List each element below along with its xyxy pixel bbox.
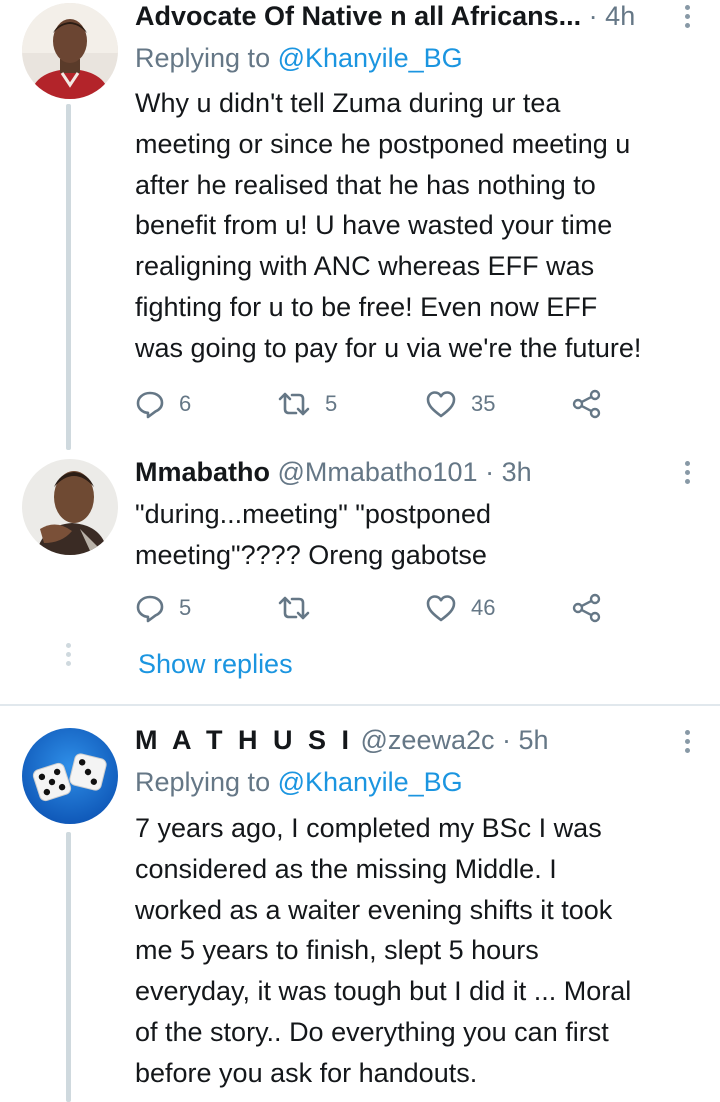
timestamp[interactable]: 4h [605, 1, 635, 31]
share-button[interactable] [571, 590, 603, 626]
retweet-button[interactable] [277, 590, 325, 626]
share-icon [572, 593, 601, 623]
heart-icon [426, 391, 456, 418]
avatar[interactable] [22, 459, 118, 555]
replying-to: Replying to @Khanyile_BG [135, 40, 463, 76]
tweet-text: "during...meeting" "postponed meeting"??… [135, 499, 491, 570]
tweet-header: Advocate Of Native n all Africans... · 4… [135, 0, 660, 34]
replying-to-label: Replying to [135, 43, 271, 73]
action-bar: 5 46 [135, 590, 615, 626]
timestamp[interactable]: 3h [502, 457, 532, 487]
author-handle[interactable]: @zeewa2c [361, 725, 495, 755]
avatar[interactable] [22, 3, 118, 99]
thread-line [66, 832, 71, 1102]
tweet-2[interactable]: Mmabatho @Mmabatho101 · 3h "during...mee… [0, 450, 720, 700]
reply-icon [136, 391, 164, 419]
reply-button[interactable]: 6 [135, 386, 191, 422]
more-vertical-icon[interactable] [682, 5, 692, 35]
author-name[interactable]: M A T H U S I [135, 725, 353, 755]
share-button[interactable] [571, 386, 603, 422]
share-icon [572, 389, 601, 419]
author-name[interactable]: Mmabatho [135, 457, 270, 487]
reply-icon [136, 595, 164, 623]
action-bar: 6 5 35 [135, 386, 615, 422]
tweet-header: Mmabatho @Mmabatho101 · 3h [135, 454, 660, 490]
tweet-header: M A T H U S I @zeewa2c · 5h [135, 722, 660, 758]
reply-button[interactable]: 5 [135, 590, 191, 626]
mention-link[interactable]: @Khanyile_BG [278, 43, 463, 73]
tweet-text: Why u didn't tell Zuma during ur tea mee… [135, 88, 642, 363]
thread-line [66, 104, 71, 450]
timestamp[interactable]: 5h [519, 725, 549, 755]
retweet-count: 5 [325, 391, 338, 416]
mention-link[interactable]: @Khanyile_BG [278, 767, 463, 797]
retweet-icon [278, 596, 310, 620]
avatar[interactable] [22, 728, 118, 824]
thread-dots [66, 643, 71, 670]
replying-to: Replying to @Khanyile_BG [135, 764, 463, 800]
more-vertical-icon[interactable] [682, 730, 692, 760]
separator-dot: · [502, 725, 512, 755]
retweet-button[interactable]: 5 [277, 386, 337, 422]
tweet-1[interactable]: Advocate Of Native n all Africans... · 4… [0, 0, 720, 450]
show-replies-link[interactable]: Show replies [138, 646, 293, 682]
like-button[interactable]: 46 [425, 590, 495, 626]
separator-dot: · [485, 457, 495, 487]
retweet-icon [278, 392, 310, 416]
more-vertical-icon[interactable] [682, 461, 692, 491]
replying-to-label: Replying to [135, 767, 271, 797]
tweet-text: 7 years ago, I completed my BSc I was co… [135, 813, 632, 1088]
reply-count: 6 [179, 391, 192, 416]
like-count: 46 [471, 595, 496, 620]
author-name[interactable]: Advocate Of Native n all Africans... [135, 1, 581, 31]
reply-count: 5 [179, 595, 192, 620]
author-handle[interactable]: @Mmabatho101 [278, 457, 478, 487]
like-count: 35 [471, 391, 496, 416]
tweet-3[interactable]: M A T H U S I @zeewa2c · 5h Replying to … [0, 706, 720, 1102]
like-button[interactable]: 35 [425, 386, 495, 422]
heart-icon [426, 595, 456, 622]
separator-dot: · [588, 1, 598, 31]
